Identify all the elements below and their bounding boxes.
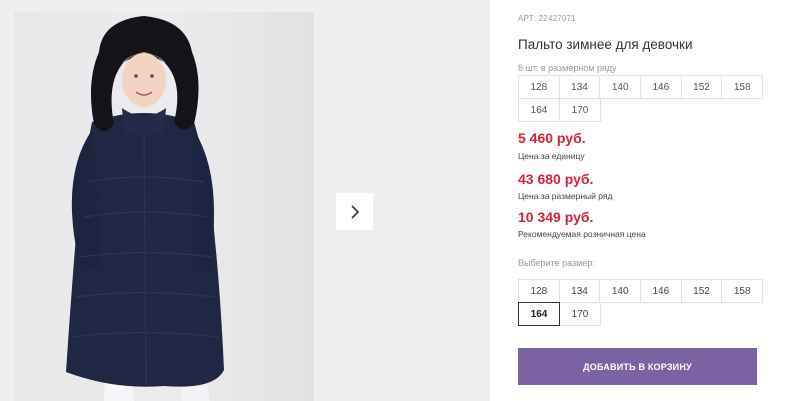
article-number: АРТ: 22427071 [518, 14, 576, 23]
product-photo[interactable] [14, 12, 314, 401]
series-price-caption: Цена за размерный ряд [518, 191, 613, 201]
size-option-152[interactable]: 152 [680, 279, 723, 303]
retail-price-caption: Рекомендуемая розничная цена [518, 229, 646, 239]
unit-price-caption: Цена за единицу [518, 151, 585, 161]
series-price: 43 680 руб. [518, 171, 594, 187]
size-selector: 128 134 140 146 152 158 164 170 [518, 279, 764, 326]
series-size-cell: 140 [599, 75, 642, 99]
gallery-next-button[interactable] [336, 193, 373, 230]
product-gallery [0, 0, 490, 401]
series-size-cell: 128 [518, 75, 560, 99]
size-series-grid: 128 134 140 146 152 158 164 170 [518, 75, 764, 122]
size-option-164-selected[interactable]: 164 [518, 302, 560, 326]
chevron-right-icon [350, 204, 359, 219]
choose-size-label: Выберите размер: [518, 258, 595, 268]
size-option-140[interactable]: 140 [599, 279, 642, 303]
size-series-label: 8 шт. в размерном ряду [518, 63, 617, 73]
retail-price: 10 349 руб. [518, 209, 594, 225]
series-size-cell: 158 [721, 75, 764, 99]
size-option-134[interactable]: 134 [558, 279, 601, 303]
unit-price: 5 460 руб. [518, 130, 586, 146]
add-to-cart-button[interactable]: ДОБАВИТЬ В КОРЗИНУ [518, 348, 757, 385]
size-option-170[interactable]: 170 [559, 302, 601, 326]
product-title: Пальто зимнее для девочки [518, 37, 693, 52]
series-size-cell: 170 [559, 98, 601, 122]
size-option-146[interactable]: 146 [640, 279, 682, 303]
series-size-cell: 134 [558, 75, 601, 99]
size-option-158[interactable]: 158 [721, 279, 764, 303]
series-size-cell: 146 [640, 75, 682, 99]
coat-illustration [14, 12, 314, 401]
size-option-128[interactable]: 128 [518, 279, 560, 303]
series-size-cell: 164 [518, 98, 560, 122]
series-size-cell: 152 [680, 75, 723, 99]
